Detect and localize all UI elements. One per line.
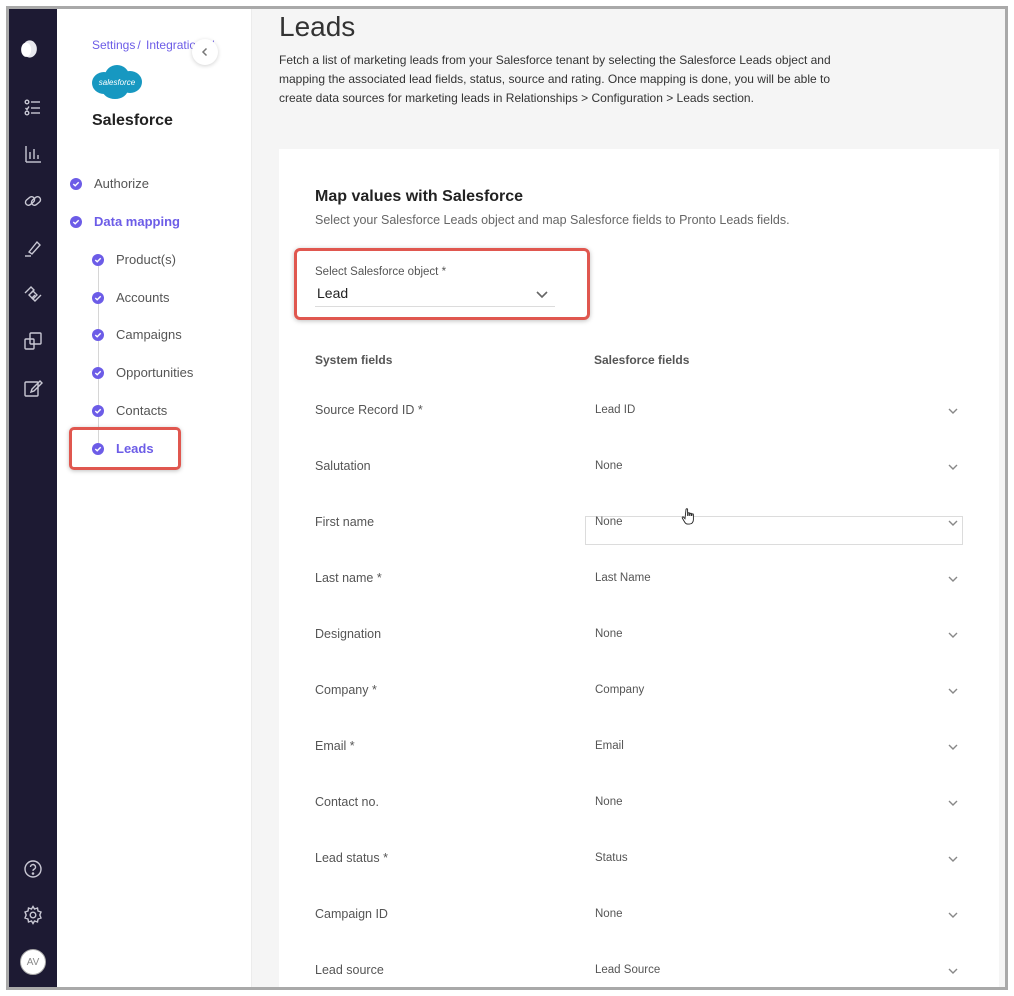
- handshake-icon[interactable]: [9, 280, 57, 308]
- salesforce-field-select[interactable]: None: [595, 908, 623, 920]
- nav-item-contacts[interactable]: Contacts: [92, 403, 167, 418]
- object-select-underline: [315, 306, 555, 307]
- system-field-label: Lead source: [315, 963, 384, 977]
- nav-item-label: Authorize: [94, 176, 149, 191]
- system-field-label: Lead status *: [315, 851, 388, 865]
- collapse-sidebar-button[interactable]: [192, 39, 218, 65]
- nav-item-accounts[interactable]: Accounts: [92, 290, 169, 305]
- highlight-box-object: [294, 248, 590, 320]
- salesforce-field-select[interactable]: None: [595, 628, 623, 640]
- salesforce-field-select[interactable]: Company: [595, 684, 644, 696]
- salesforce-field-select[interactable]: Email: [595, 740, 624, 752]
- check-circle-icon: [70, 215, 82, 228]
- system-field-label: Contact no.: [315, 795, 379, 809]
- salesforce-field-select[interactable]: Last Name: [595, 572, 651, 584]
- page-description: Fetch a list of marketing leads from you…: [279, 53, 831, 105]
- chevron-down-icon[interactable]: [947, 517, 959, 529]
- card-subtitle: Select your Salesforce Leads object and …: [315, 213, 790, 227]
- app-frame: AV Settings/ Integrations/ salesforce Sa…: [6, 6, 1008, 990]
- salesforce-field-select[interactable]: None: [595, 516, 623, 528]
- nav-item-data-mapping[interactable]: Data mapping: [70, 214, 180, 229]
- system-field-label: Email *: [315, 739, 355, 753]
- check-circle-icon: [70, 177, 82, 190]
- nav-item-authorize[interactable]: Authorize: [70, 176, 149, 191]
- column-header-salesforce: Salesforce fields: [594, 353, 690, 367]
- system-field-label: Designation: [315, 627, 382, 641]
- chevron-down-icon[interactable]: [947, 461, 959, 473]
- chevron-down-icon[interactable]: [947, 909, 959, 921]
- system-field-label: Salutation: [315, 459, 371, 473]
- breadcrumb-separator: /: [137, 38, 141, 52]
- nav-item-label: Campaigns: [116, 327, 182, 342]
- nav-item-label: Accounts: [116, 290, 170, 305]
- object-select[interactable]: Lead: [317, 285, 348, 301]
- column-header-system: System fields: [315, 353, 393, 367]
- salesforce-field-select[interactable]: Status: [595, 852, 628, 864]
- field-select-hover[interactable]: [585, 516, 963, 545]
- edit-icon[interactable]: [9, 374, 57, 402]
- check-circle-icon: [92, 291, 104, 304]
- chevron-down-icon[interactable]: [535, 287, 549, 301]
- chevron-left-icon: [201, 47, 208, 57]
- icon-rail: AV: [9, 9, 57, 987]
- card-title: Map values with Salesforce: [315, 188, 524, 205]
- system-field-label: Last name *: [315, 571, 382, 585]
- bar-chart-icon[interactable]: [9, 140, 57, 168]
- mapping-card: Map values with Salesforce Select your S…: [279, 149, 999, 987]
- chevron-down-icon[interactable]: [947, 853, 959, 865]
- hand-cursor-icon: [681, 508, 694, 525]
- nav-item-label: Opportunities: [116, 365, 194, 380]
- nav-item-label: Contacts: [116, 403, 168, 418]
- check-circle-icon: [92, 253, 104, 266]
- logo-icon[interactable]: [19, 39, 39, 59]
- nav-item-products[interactable]: Product(s): [92, 252, 176, 267]
- integration-title: Salesforce: [92, 112, 173, 129]
- copy-icon[interactable]: [9, 327, 57, 355]
- avatar[interactable]: AV: [20, 949, 46, 975]
- page-title: Leads: [279, 11, 356, 42]
- chevron-down-icon[interactable]: [947, 965, 959, 977]
- salesforce-field-select[interactable]: Lead ID: [595, 404, 635, 416]
- system-field-label: Source Record ID *: [315, 403, 423, 417]
- check-circle-icon: [92, 328, 104, 341]
- salesforce-field-select[interactable]: None: [595, 460, 623, 472]
- nav-item-campaigns[interactable]: Campaigns: [92, 327, 182, 342]
- pen-icon[interactable]: [9, 234, 57, 262]
- chevron-down-icon[interactable]: [947, 685, 959, 697]
- highlight-box-leads: [69, 427, 181, 470]
- gear-icon[interactable]: [9, 901, 57, 929]
- check-circle-icon: [92, 366, 104, 379]
- chevron-down-icon[interactable]: [947, 573, 959, 585]
- chevron-down-icon[interactable]: [947, 405, 959, 417]
- salesforce-logo: salesforce: [92, 65, 142, 99]
- system-field-label: Campaign ID: [315, 907, 388, 921]
- svg-text:salesforce: salesforce: [99, 78, 136, 87]
- object-select-label: Select Salesforce object *: [315, 266, 447, 278]
- link-icon[interactable]: [9, 187, 57, 215]
- nav-item-label: Data mapping: [94, 214, 180, 229]
- breadcrumb-settings[interactable]: Settings: [92, 38, 135, 52]
- system-field-label: Company *: [315, 683, 377, 697]
- chevron-down-icon[interactable]: [947, 629, 959, 641]
- nav-item-opportunities[interactable]: Opportunities: [92, 365, 193, 380]
- checklist-icon[interactable]: [9, 93, 57, 121]
- salesforce-field-select[interactable]: None: [595, 796, 623, 808]
- chevron-down-icon[interactable]: [947, 741, 959, 753]
- system-field-label: First name: [315, 515, 375, 529]
- salesforce-field-select[interactable]: Lead Source: [595, 964, 660, 976]
- chevron-down-icon[interactable]: [947, 797, 959, 809]
- nav-connector-line: [98, 259, 99, 449]
- help-icon[interactable]: [9, 855, 57, 883]
- settings-sidebar: Settings/ Integrations/ salesforce Sales…: [57, 9, 252, 987]
- nav-item-label: Product(s): [116, 252, 176, 267]
- main-content: Leads Fetch a list of marketing leads fr…: [252, 9, 1005, 987]
- check-circle-icon: [92, 404, 104, 417]
